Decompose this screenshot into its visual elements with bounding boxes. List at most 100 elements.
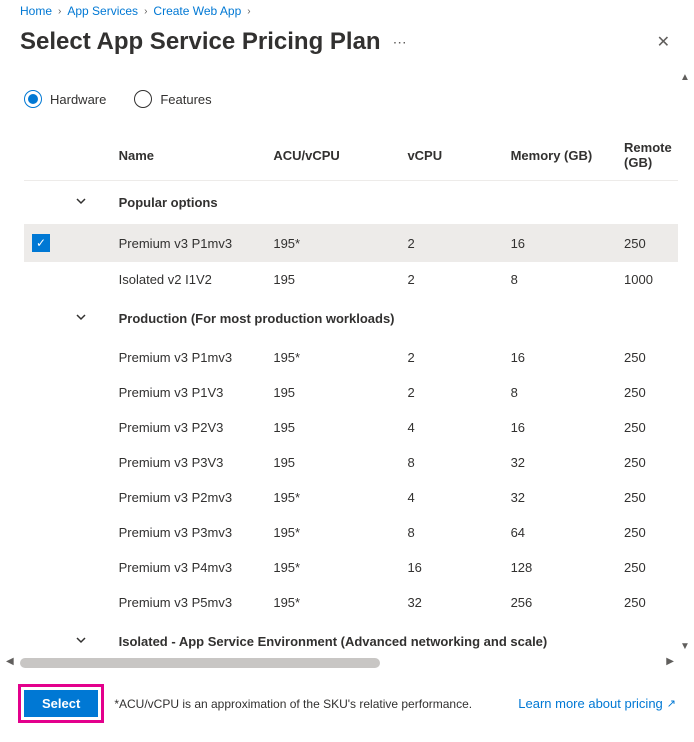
cell-memory: 128 (503, 550, 616, 585)
vertical-scrollbar[interactable]: ▲ ▼ (678, 72, 694, 652)
cell-memory: 64 (503, 515, 616, 550)
table-group-header[interactable]: Isolated - App Service Environment (Adva… (24, 620, 678, 652)
page-title: Select App Service Pricing Plan (20, 28, 381, 56)
cell-name: Premium v3 P1mv3 (111, 224, 266, 262)
pricing-table: Name ACU/vCPU vCPU Memory (GB) Remote (G… (24, 130, 678, 652)
cell-name: Premium v3 P2mv3 (111, 480, 266, 515)
group-label: Production (For most production workload… (111, 297, 678, 340)
table-row[interactable]: ✓ Premium v3 P1mv3195*216250 (24, 224, 678, 262)
cell-vcpu: 16 (399, 550, 502, 585)
cell-name: Isolated v2 I1V2 (111, 262, 266, 297)
cell-remote: 250 (616, 410, 678, 445)
close-icon[interactable]: ✕ (653, 28, 674, 56)
table-group-header[interactable]: Popular options (24, 181, 678, 225)
radio-hardware-label: Hardware (50, 92, 106, 107)
col-header-vcpu[interactable]: vCPU (399, 130, 502, 181)
table-row[interactable]: Premium v3 P1mv3195*216250 (24, 340, 678, 375)
cell-vcpu: 2 (399, 262, 502, 297)
scroll-right-icon[interactable]: ▶ (666, 656, 674, 667)
chevron-right-icon: › (247, 6, 250, 17)
chevron-down-icon[interactable] (75, 634, 87, 649)
select-button-highlight: Select (18, 684, 104, 723)
chevron-down-icon[interactable] (75, 311, 87, 326)
cell-remote: 250 (616, 375, 678, 410)
scrollbar-thumb[interactable] (20, 658, 380, 668)
cell-name: Premium v3 P5mv3 (111, 585, 266, 620)
chevron-right-icon: › (144, 6, 147, 17)
cell-acu: 195* (265, 224, 399, 262)
radio-features-label: Features (160, 92, 211, 107)
scroll-left-icon[interactable]: ◀ (6, 656, 14, 667)
cell-acu: 195* (265, 480, 399, 515)
cell-name: Premium v3 P3mv3 (111, 515, 266, 550)
content-area: ▲ ▼ Hardware Features Name ACU/vCPU vCPU… (0, 72, 694, 652)
cell-memory: 32 (503, 445, 616, 480)
cell-acu: 195 (265, 375, 399, 410)
table-row[interactable]: Premium v3 P2V3195416250 (24, 410, 678, 445)
table-row[interactable]: Premium v3 P2mv3195*432250 (24, 480, 678, 515)
view-toggle: Hardware Features (0, 72, 694, 130)
table-row[interactable]: Premium v3 P3mv3195*864250 (24, 515, 678, 550)
cell-memory: 16 (503, 340, 616, 375)
breadcrumb-home[interactable]: Home (20, 4, 52, 18)
cell-name: Premium v3 P1V3 (111, 375, 266, 410)
cell-vcpu: 2 (399, 224, 502, 262)
acu-footnote: *ACU/vCPU is an approximation of the SKU… (114, 697, 472, 711)
chevron-down-icon[interactable] (75, 195, 87, 210)
cell-acu: 195* (265, 585, 399, 620)
cell-vcpu: 4 (399, 410, 502, 445)
breadcrumb-app-services[interactable]: App Services (67, 4, 138, 18)
cell-remote: 250 (616, 224, 678, 262)
learn-more-pricing-link[interactable]: Learn more about pricing ↗ (518, 696, 676, 711)
cell-vcpu: 2 (399, 340, 502, 375)
cell-remote: 250 (616, 480, 678, 515)
footer: Select *ACU/vCPU is an approximation of … (0, 670, 694, 737)
cell-memory: 256 (503, 585, 616, 620)
radio-icon (24, 90, 42, 108)
cell-memory: 16 (503, 410, 616, 445)
chevron-right-icon: › (58, 6, 61, 17)
cell-vcpu: 8 (399, 445, 502, 480)
more-menu-icon[interactable]: ⋯ (393, 34, 407, 51)
cell-vcpu: 4 (399, 480, 502, 515)
col-header-memory[interactable]: Memory (GB) (503, 130, 616, 181)
cell-remote: 250 (616, 585, 678, 620)
scroll-up-icon[interactable]: ▲ (680, 72, 690, 83)
cell-acu: 195 (265, 262, 399, 297)
cell-vcpu: 8 (399, 515, 502, 550)
row-checkbox[interactable]: ✓ (32, 234, 50, 252)
table-row[interactable]: Premium v3 P1V319528250 (24, 375, 678, 410)
cell-acu: 195 (265, 445, 399, 480)
cell-vcpu: 2 (399, 375, 502, 410)
radio-hardware[interactable]: Hardware (24, 90, 106, 108)
cell-name: Premium v3 P2V3 (111, 410, 266, 445)
col-header-name[interactable]: Name (111, 130, 266, 181)
table-row[interactable]: Premium v3 P3V3195832250 (24, 445, 678, 480)
table-row[interactable]: Isolated v2 I1V2195281000 (24, 262, 678, 297)
cell-name: Premium v3 P1mv3 (111, 340, 266, 375)
cell-remote: 1000 (616, 262, 678, 297)
select-button[interactable]: Select (24, 690, 98, 717)
col-header-remote[interactable]: Remote (GB) (616, 130, 678, 181)
external-link-icon: ↗ (667, 697, 676, 710)
cell-vcpu: 32 (399, 585, 502, 620)
cell-remote: 250 (616, 515, 678, 550)
learn-more-label: Learn more about pricing (518, 696, 663, 711)
page-header: Select App Service Pricing Plan ⋯ ✕ (0, 22, 694, 72)
breadcrumb-create-web-app[interactable]: Create Web App (153, 4, 241, 18)
cell-acu: 195* (265, 515, 399, 550)
cell-memory: 8 (503, 375, 616, 410)
cell-memory: 32 (503, 480, 616, 515)
radio-features[interactable]: Features (134, 90, 211, 108)
group-label: Popular options (111, 181, 678, 225)
scroll-down-icon[interactable]: ▼ (680, 641, 690, 652)
table-row[interactable]: Premium v3 P5mv3195*32256250 (24, 585, 678, 620)
table-row[interactable]: Premium v3 P4mv3195*16128250 (24, 550, 678, 585)
col-header-acu[interactable]: ACU/vCPU (265, 130, 399, 181)
table-group-header[interactable]: Production (For most production workload… (24, 297, 678, 340)
cell-remote: 250 (616, 340, 678, 375)
horizontal-scrollbar[interactable]: ◀ ▶ (6, 656, 674, 670)
cell-remote: 250 (616, 445, 678, 480)
cell-acu: 195* (265, 550, 399, 585)
cell-memory: 16 (503, 224, 616, 262)
